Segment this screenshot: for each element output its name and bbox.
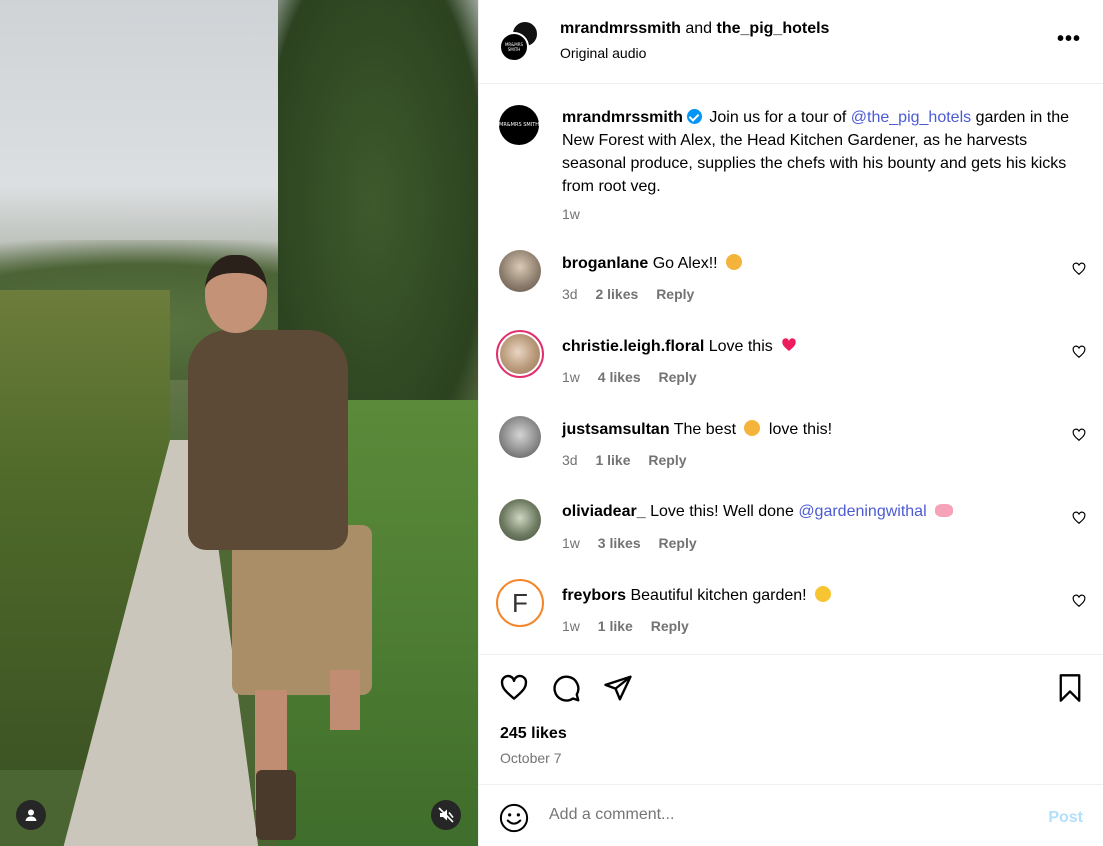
like-comment-heart-icon[interactable] xyxy=(1072,345,1086,359)
comment-username[interactable]: justsamsultan xyxy=(562,421,670,438)
heart-emoji-icon xyxy=(782,338,796,351)
comment-username[interactable]: christie.leigh.floral xyxy=(562,338,704,355)
caption-text: mrandmrssmith Join us for a tour of @the… xyxy=(562,106,1072,198)
caption-username[interactable]: mrandmrssmith xyxy=(562,109,683,126)
commenter-avatar[interactable] xyxy=(499,499,541,541)
speaker-muted-icon xyxy=(438,807,454,823)
like-comment-heart-icon[interactable] xyxy=(1072,262,1086,276)
comment-time[interactable]: 1w xyxy=(562,618,580,634)
post-details-panel: MR&MRS SMITH mrandmrssmith and the_pig_h… xyxy=(478,0,1103,846)
commenter-avatar[interactable] xyxy=(499,250,541,292)
comment-meta: 1w 4 likes Reply xyxy=(562,369,711,385)
caption-mention-link[interactable]: @the_pig_hotels xyxy=(851,109,971,126)
share-paper-plane-icon[interactable] xyxy=(603,673,633,703)
comment-time[interactable]: 3d xyxy=(562,452,578,468)
post-modal: MR&MRS SMITH mrandmrssmith and the_pig_h… xyxy=(0,0,1103,846)
author-connector: and xyxy=(685,20,713,37)
more-options-icon[interactable]: ••• xyxy=(1057,28,1081,51)
comment-body: Go Alex!! xyxy=(652,255,718,272)
comment-username[interactable]: broganlane xyxy=(562,255,648,272)
author-link-mrandmrssmith[interactable]: mrandmrssmith xyxy=(560,20,681,37)
reply-button[interactable]: Reply xyxy=(659,369,697,385)
comment-bubble-icon[interactable] xyxy=(551,673,581,703)
post-header: MR&MRS SMITH mrandmrssmith and the_pig_h… xyxy=(479,0,1103,84)
post-authors: mrandmrssmith and the_pig_hotels xyxy=(560,20,829,38)
comment-likes[interactable]: 4 likes xyxy=(598,369,641,385)
tagged-users-button[interactable] xyxy=(16,800,46,830)
like-comment-heart-icon[interactable] xyxy=(1072,511,1086,525)
comment-likes[interactable]: 1 like xyxy=(595,452,630,468)
avatar-letter: F xyxy=(500,583,540,623)
comment-text: oliviadear_ Love this! Well done @garden… xyxy=(562,503,954,521)
commenter-avatar[interactable] xyxy=(499,416,541,458)
commenter-avatar-story-ring[interactable]: F xyxy=(496,579,544,627)
comment-body: Love this xyxy=(708,338,773,355)
mute-toggle-button[interactable] xyxy=(431,800,461,830)
comment-item: oliviadear_ Love this! Well done @garden… xyxy=(479,499,1103,582)
person-icon xyxy=(25,809,37,821)
comment-item: justsamsultan The best love this! 3d 1 l… xyxy=(479,416,1103,499)
comment-likes[interactable]: 3 likes xyxy=(598,535,641,551)
reply-button[interactable]: Reply xyxy=(656,286,694,302)
comment-body-after: love this! xyxy=(768,421,833,438)
clapping-hands-icon xyxy=(726,254,743,270)
comment-text: broganlane Go Alex!! xyxy=(562,254,743,273)
caption-text-before: Join us for a tour of xyxy=(709,109,847,126)
post-date[interactable]: October 7 xyxy=(500,750,561,766)
add-comment-bar: Post xyxy=(479,784,1103,846)
likes-count[interactable]: 245 likes xyxy=(500,725,567,743)
post-comment-button[interactable]: Post xyxy=(1048,809,1083,827)
like-comment-heart-icon[interactable] xyxy=(1072,594,1086,608)
reply-button[interactable]: Reply xyxy=(659,535,697,551)
comment-username[interactable]: freybors xyxy=(562,587,626,604)
heart-eyes-emoji-icon xyxy=(815,586,832,602)
action-icons xyxy=(499,673,633,703)
comment-body: Love this! Well done xyxy=(650,503,794,520)
comments-list[interactable]: MR&MRS SMITH mrandmrssmith Join us for a… xyxy=(479,85,1103,653)
comment-text: christie.leigh.floral Love this xyxy=(562,337,797,356)
reply-button[interactable]: Reply xyxy=(651,618,689,634)
post-actions: 245 likes October 7 xyxy=(479,654,1103,784)
comment-meta: 3d 1 like Reply xyxy=(562,452,701,468)
pig-emoji-icon xyxy=(935,504,954,517)
brand-logo: MR&MRS SMITH xyxy=(504,42,524,52)
comment-item: F freybors Beautiful kitchen garden! 1w … xyxy=(479,579,1103,653)
comment-username[interactable]: oliviadear_ xyxy=(562,503,646,520)
verified-badge-icon xyxy=(686,109,702,124)
comment-meta: 1w 3 likes Reply xyxy=(562,535,711,551)
reply-button[interactable]: Reply xyxy=(648,452,686,468)
post-caption: MR&MRS SMITH mrandmrssmith Join us for a… xyxy=(479,85,1103,250)
comment-meta: 3d 2 likes Reply xyxy=(562,286,708,302)
clapping-hands-icon xyxy=(744,420,761,436)
comment-time[interactable]: 3d xyxy=(562,286,578,302)
like-comment-heart-icon[interactable] xyxy=(1072,428,1086,442)
comment-likes[interactable]: 2 likes xyxy=(595,286,638,302)
comment-meta: 1w 1 like Reply xyxy=(562,618,703,634)
comment-time[interactable]: 1w xyxy=(562,535,580,551)
comment-time[interactable]: 1w xyxy=(562,369,580,385)
comment-item: broganlane Go Alex!! 3d 2 likes Reply xyxy=(479,250,1103,333)
like-heart-icon[interactable] xyxy=(499,673,529,703)
comment-body: The best xyxy=(673,421,737,438)
bookmark-icon[interactable] xyxy=(1056,673,1084,703)
comment-item: christie.leigh.floral Love this 1w 4 lik… xyxy=(479,330,1103,416)
reel-video[interactable] xyxy=(0,0,478,846)
collab-avatars[interactable]: MR&MRS SMITH xyxy=(499,20,545,66)
caption-timestamp[interactable]: 1w xyxy=(562,206,580,222)
caption-avatar[interactable]: MR&MRS SMITH xyxy=(499,105,539,145)
comment-input[interactable] xyxy=(549,806,999,824)
comment-likes[interactable]: 1 like xyxy=(598,618,633,634)
audio-link[interactable]: Original audio xyxy=(560,45,646,61)
commenter-avatar-story-ring[interactable] xyxy=(496,330,544,378)
comment-mention-link[interactable]: @gardeningwithal xyxy=(798,503,926,520)
author-link-the-pig-hotels[interactable]: the_pig_hotels xyxy=(717,20,830,37)
emoji-picker-icon[interactable] xyxy=(499,803,529,833)
brand-logo: MR&MRS SMITH xyxy=(499,122,540,128)
comment-text: freybors Beautiful kitchen garden! xyxy=(562,586,832,605)
comment-body: Beautiful kitchen garden! xyxy=(630,587,807,604)
avatar-mrandmrssmith[interactable]: MR&MRS SMITH xyxy=(499,32,529,62)
comment-text: justsamsultan The best love this! xyxy=(562,420,832,439)
